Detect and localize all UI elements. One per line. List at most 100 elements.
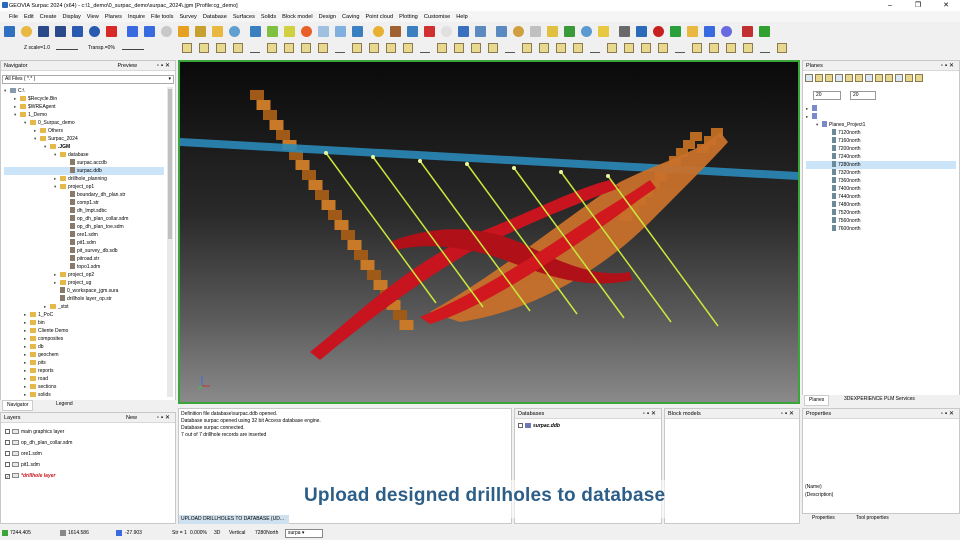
tree-file-item[interactable]: op_dh_plan_collar.sdm (4, 215, 164, 223)
transparency-label[interactable]: Transp.=0% (88, 45, 115, 51)
layer-item[interactable]: ore1.sdm (5, 449, 165, 460)
edit-tool-icon[interactable] (386, 43, 396, 53)
toolbar-tool-icon[interactable] (475, 26, 486, 37)
toolbar-tool-icon[interactable] (178, 26, 189, 37)
tree-folder-item[interactable]: ▸ solids (4, 391, 164, 399)
edit-tool-icon[interactable] (675, 43, 685, 53)
toolbar-tool-icon[interactable] (301, 26, 312, 37)
tree-folder-item[interactable]: ▸ Others (4, 127, 164, 135)
navigator-scrollbar[interactable] (167, 87, 173, 397)
tab-legend[interactable]: Legend (52, 400, 77, 409)
tree-folder-item[interactable]: ▸ pits (4, 359, 164, 367)
toolbar-tool-icon[interactable] (598, 26, 609, 37)
toolbar-tool-icon[interactable] (4, 26, 15, 37)
edit-tool-icon[interactable] (709, 43, 719, 53)
tree-file-item[interactable]: surpac.ddb (4, 167, 164, 175)
plane-tool-icon[interactable] (915, 74, 923, 82)
zscale-label[interactable]: Z scale=1.0 (24, 45, 50, 51)
toolbar-tool-icon[interactable] (284, 26, 295, 37)
edit-tool-icon[interactable] (556, 43, 566, 53)
menu-help[interactable]: Help (453, 14, 471, 20)
menu-database[interactable]: Database (200, 14, 230, 20)
tree-folder-item[interactable]: ▾ project_op1 (4, 183, 164, 191)
plane-item[interactable]: 7360north (806, 177, 956, 185)
tree-folder-item[interactable]: ▸ sections (4, 383, 164, 391)
tab-tool-properties[interactable]: Tool properties (852, 514, 893, 523)
edit-tool-icon[interactable] (182, 43, 192, 53)
toolbar-tool-icon[interactable] (144, 26, 155, 37)
pane-controls[interactable]: ▫▪✕ (781, 409, 796, 419)
tree-folder-item[interactable]: ▸ $Recycle.Bin (4, 95, 164, 103)
toolbar-tool-icon[interactable] (759, 26, 770, 37)
toolbar-tool-icon[interactable] (267, 26, 278, 37)
plane-tool-icon[interactable] (835, 74, 843, 82)
preview-label[interactable]: Preview (117, 61, 137, 71)
tree-folder-item[interactable]: ▾ C:\ (4, 87, 164, 95)
menu-survey[interactable]: Survey (176, 14, 199, 20)
menu-solids[interactable]: Solids (258, 14, 279, 20)
pane-controls[interactable]: ▫▪✕ (643, 409, 658, 419)
toolbar-tool-icon[interactable] (441, 26, 452, 37)
tree-file-item[interactable]: topo1.sdm (4, 263, 164, 271)
menu-surfaces[interactable]: Surfaces (230, 14, 258, 20)
pane-controls[interactable]: ▫▪✕ (941, 61, 956, 71)
edit-tool-icon[interactable] (539, 43, 549, 53)
file-filter-select[interactable]: All Files ( *.* ) ▾ (2, 75, 174, 84)
graphics-viewport[interactable] (178, 60, 800, 404)
toolbar-tool-icon[interactable] (407, 26, 418, 37)
edit-tool-icon[interactable] (658, 43, 668, 53)
plane-tool-icon[interactable] (865, 74, 873, 82)
tree-file-item[interactable]: surpac.accdb (4, 159, 164, 167)
edit-tool-icon[interactable] (454, 43, 464, 53)
maximize-button[interactable]: ❐ (904, 0, 932, 11)
edit-tool-icon[interactable] (471, 43, 481, 53)
tree-folder-item[interactable]: ▾ 1_Demo (4, 111, 164, 119)
scroll-thumb[interactable] (168, 89, 172, 239)
plane-tool-icon[interactable] (885, 74, 893, 82)
toolbar-tool-icon[interactable] (687, 26, 698, 37)
plane-tool-icon[interactable] (845, 74, 853, 82)
edit-tool-icon[interactable] (743, 43, 753, 53)
toolbar-tool-icon[interactable] (458, 26, 469, 37)
menu-point-cloud[interactable]: Point cloud (362, 14, 396, 20)
tree-folder-item[interactable]: ▾ Surpac_2024 (4, 135, 164, 143)
tree-file-item[interactable]: pitroad.str (4, 255, 164, 263)
tree-folder-item[interactable]: ▸ reports (4, 367, 164, 375)
menu-edit[interactable]: Edit (21, 14, 37, 20)
edit-tool-icon[interactable] (777, 43, 787, 53)
edit-tool-icon[interactable] (318, 43, 328, 53)
planes-tree-node[interactable]: ▾ Planes_Project1 (806, 121, 956, 129)
edit-tool-icon[interactable] (505, 43, 515, 53)
pane-controls[interactable]: ▫▪✕ (157, 61, 172, 71)
planes-tree-node[interactable]: ▸ (806, 113, 956, 121)
plane-item[interactable]: 7240north (806, 153, 956, 161)
edit-tool-icon[interactable] (692, 43, 702, 53)
toolbar-tool-icon[interactable] (390, 26, 401, 37)
plane-item[interactable]: 7400north (806, 185, 956, 193)
tree-folder-item[interactable]: ▾ .JGM (4, 143, 164, 151)
toolbar-tool-icon[interactable] (335, 26, 346, 37)
edit-tool-icon[interactable] (267, 43, 277, 53)
toolbar-tool-icon[interactable] (21, 26, 32, 37)
toolbar-tool-icon[interactable] (581, 26, 592, 37)
toolbar-tool-icon[interactable] (547, 26, 558, 37)
edit-tool-icon[interactable] (573, 43, 583, 53)
layer-checkbox[interactable]: ✓ (5, 474, 10, 479)
tree-file-item[interactable]: boundary_dh_plan.str (4, 191, 164, 199)
toolbar-tool-icon[interactable] (636, 26, 647, 37)
toolbar-tool-icon[interactable] (564, 26, 575, 37)
tab-planes[interactable]: Planes (804, 395, 830, 406)
toolbar-tool-icon[interactable] (653, 26, 664, 37)
toolbar-tool-icon[interactable] (195, 26, 206, 37)
toolbar-tool-icon[interactable] (721, 26, 732, 37)
edit-tool-icon[interactable] (284, 43, 294, 53)
layer-checkbox[interactable] (5, 429, 10, 434)
spin-step-2[interactable]: 20 (850, 91, 876, 100)
plane-item[interactable]: 7520north (806, 209, 956, 217)
tree-folder-item[interactable]: ▸ composites (4, 335, 164, 343)
layer-checkbox[interactable] (5, 451, 10, 456)
edit-tool-icon[interactable] (624, 43, 634, 53)
toolbar-tool-icon[interactable] (127, 26, 138, 37)
edit-tool-icon[interactable] (760, 43, 770, 53)
plane-item[interactable]: 7280north (806, 161, 956, 169)
